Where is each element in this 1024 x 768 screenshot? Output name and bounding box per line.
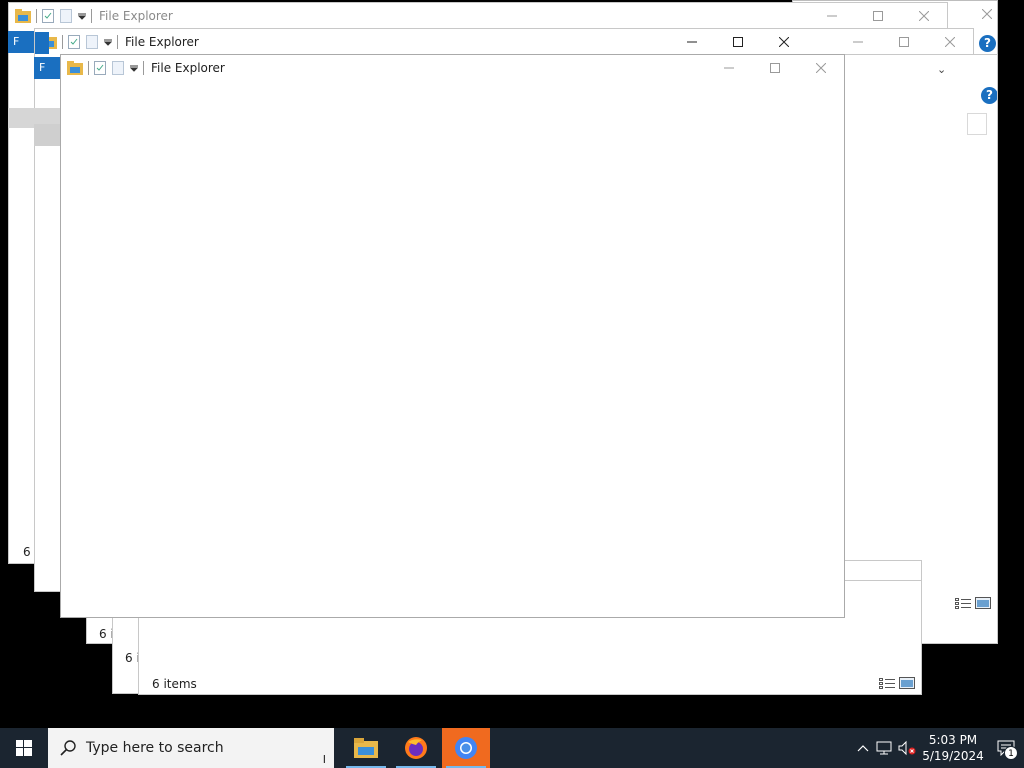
window-title: File Explorer bbox=[151, 61, 225, 75]
details-view-icon[interactable] bbox=[955, 597, 971, 609]
new-folder-icon[interactable] bbox=[86, 35, 98, 49]
new-folder-icon[interactable] bbox=[60, 9, 72, 23]
close-button[interactable] bbox=[901, 3, 947, 29]
network-icon bbox=[876, 741, 892, 755]
taskbar-firefox[interactable] bbox=[392, 728, 440, 768]
network-button[interactable] bbox=[874, 728, 896, 768]
folder-icon bbox=[15, 9, 31, 23]
chrome-icon bbox=[455, 737, 477, 759]
minimize-icon bbox=[724, 67, 734, 69]
window-title: File Explorer bbox=[125, 35, 199, 49]
ribbon-expand-chevron-icon[interactable]: ⌄ bbox=[937, 63, 946, 76]
minimize-icon bbox=[853, 41, 863, 43]
notification-count-badge: 1 bbox=[1004, 746, 1018, 760]
large-icons-view-icon[interactable] bbox=[975, 597, 991, 609]
search-placeholder: Type here to search bbox=[86, 740, 224, 756]
view-switcher bbox=[879, 677, 915, 689]
title-bar[interactable]: File Explorer bbox=[35, 29, 973, 55]
action-center-button[interactable]: 1 bbox=[988, 728, 1024, 768]
file-explorer-window-front[interactable]: File Explorer bbox=[60, 54, 845, 618]
close-button[interactable] bbox=[927, 29, 973, 55]
quick-access-toolbar bbox=[9, 3, 97, 29]
minimize-icon bbox=[827, 15, 837, 17]
title-bar[interactable]: File Explorer bbox=[9, 3, 947, 29]
status-item-count: 6 items bbox=[152, 677, 197, 691]
search-box[interactable] bbox=[967, 113, 987, 135]
close-icon bbox=[779, 37, 789, 47]
folder-icon bbox=[67, 61, 83, 75]
start-button[interactable] bbox=[0, 728, 48, 768]
show-hidden-icons-button[interactable] bbox=[852, 728, 874, 768]
ribbon-file-tab-2[interactable]: F bbox=[8, 31, 34, 53]
properties-icon[interactable] bbox=[94, 61, 106, 75]
close-button[interactable] bbox=[977, 1, 997, 27]
maximize-button[interactable] bbox=[752, 55, 798, 81]
ribbon-file-tab[interactable]: F bbox=[35, 32, 49, 54]
title-bar[interactable]: File Explorer bbox=[61, 55, 844, 81]
maximize-icon bbox=[770, 63, 780, 73]
clock-date: 5/19/2024 bbox=[922, 749, 984, 763]
firefox-icon bbox=[405, 737, 427, 759]
close-icon bbox=[816, 63, 826, 73]
large-icons-view-icon[interactable] bbox=[899, 677, 915, 689]
window-title: File Explorer bbox=[99, 9, 173, 23]
quick-access-toolbar bbox=[61, 55, 149, 81]
windows-logo-icon bbox=[16, 740, 32, 756]
maximize-icon bbox=[733, 37, 743, 47]
taskbar: Type here to search I 5:03 PM 5/19/2024 … bbox=[0, 728, 1024, 768]
maximize-button[interactable] bbox=[855, 3, 901, 29]
view-switcher bbox=[955, 597, 991, 609]
maximize-icon bbox=[899, 37, 909, 47]
close-button[interactable] bbox=[798, 55, 844, 81]
volume-button[interactable] bbox=[896, 728, 918, 768]
close-icon bbox=[945, 37, 955, 47]
desktop: ? File Explorer ? 6 i bbox=[0, 0, 1024, 728]
maximize-button[interactable] bbox=[881, 29, 927, 55]
details-view-icon[interactable] bbox=[879, 677, 895, 689]
chevron-up-icon bbox=[857, 745, 869, 752]
properties-icon[interactable] bbox=[42, 9, 54, 23]
close-icon bbox=[982, 9, 992, 19]
properties-icon[interactable] bbox=[68, 35, 80, 49]
mouse-cursor-icon: I bbox=[322, 753, 326, 766]
taskbar-search-box[interactable]: Type here to search I bbox=[48, 728, 334, 768]
volume-muted-icon bbox=[898, 740, 916, 756]
left-nav-highlight-2 bbox=[34, 124, 60, 146]
taskbar-clock[interactable]: 5:03 PM 5/19/2024 bbox=[918, 732, 988, 764]
help-icon[interactable]: ? bbox=[981, 87, 997, 104]
new-folder-icon[interactable] bbox=[112, 61, 124, 75]
ribbon-file-tab[interactable]: F bbox=[34, 57, 60, 79]
minimize-button[interactable] bbox=[669, 29, 715, 55]
help-icon[interactable]: ? bbox=[979, 35, 996, 52]
minimize-icon bbox=[687, 41, 697, 43]
system-tray: 5:03 PM 5/19/2024 1 bbox=[852, 728, 1024, 768]
search-icon bbox=[60, 740, 76, 756]
maximize-button[interactable] bbox=[715, 29, 761, 55]
close-icon bbox=[919, 11, 929, 21]
taskbar-file-explorer[interactable] bbox=[342, 728, 390, 768]
taskbar-chrome[interactable] bbox=[442, 728, 490, 768]
chevron-down-icon[interactable] bbox=[78, 12, 86, 20]
minimize-button[interactable] bbox=[835, 29, 881, 55]
chevron-down-icon[interactable] bbox=[104, 38, 112, 46]
chevron-down-icon[interactable] bbox=[130, 64, 138, 72]
minimize-button[interactable] bbox=[809, 3, 855, 29]
clock-time: 5:03 PM bbox=[928, 733, 978, 747]
maximize-icon bbox=[873, 11, 883, 21]
file-explorer-icon bbox=[354, 738, 378, 758]
minimize-button[interactable] bbox=[706, 55, 752, 81]
close-button[interactable] bbox=[761, 29, 807, 55]
